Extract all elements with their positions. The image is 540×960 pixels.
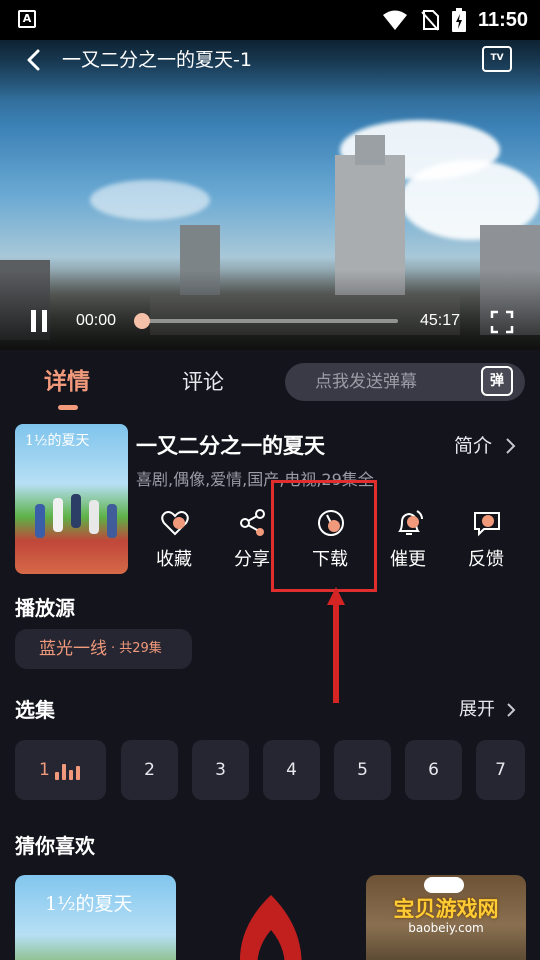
tv-cast-button[interactable]: TV [482,46,512,72]
recommend-card[interactable] [196,875,346,960]
episode-button[interactable]: 7 [476,740,525,800]
expand-button[interactable]: 展开 [459,698,495,722]
pause-bar [31,310,36,332]
recommend-card[interactable]: 1½的夏天 [15,875,176,960]
bell-icon [398,510,423,535]
episode-button[interactable]: 3 [192,740,249,800]
episode-button[interactable]: 1 [15,740,106,800]
poster-figure [107,504,117,538]
battery-icon [451,8,466,32]
danmaku-placeholder: 点我发送弹幕 [315,372,417,392]
notification-icon: A [18,10,36,28]
chevron-right-icon[interactable] [503,437,517,455]
annotation-arrow-icon [327,587,345,703]
poster-title: 1½的夏天 [25,433,90,449]
pause-button[interactable] [28,310,50,332]
intro-link[interactable]: 简介 [454,433,492,459]
poster-figure [89,500,99,534]
urge-update-label: 催更 [390,549,426,570]
annotation-highlight-box [271,480,377,592]
tab-indicator [58,405,78,410]
feedback-label: 反馈 [468,549,504,570]
source-chip[interactable]: 蓝光一线 · 共29集 [15,629,192,669]
feedback-icon [474,512,500,537]
no-sim-icon [421,10,439,31]
show-title: 一又二分之一的夏天 [136,434,325,458]
urge-update-button[interactable]: 催更 [378,508,438,578]
poster-figure [53,498,63,532]
heart-icon [161,511,189,536]
poster-figure [71,494,81,528]
source-count: · 共29集 [111,641,162,656]
chevron-right-icon[interactable] [505,702,517,718]
episode-button[interactable]: 2 [121,740,178,800]
danmaku-toggle-icon[interactable]: 弹 [481,366,513,396]
favorite-label: 收藏 [156,549,192,570]
clock: 11:50 [477,8,528,31]
share-icon [240,509,265,536]
poster-figure [35,504,45,538]
danmaku-input[interactable]: 点我发送弹幕 弹 [285,363,525,401]
seek-bar[interactable] [142,319,398,323]
flame-logo-icon [239,895,302,960]
episode-button[interactable]: 6 [405,740,462,800]
source-name: 蓝光一线 [39,639,107,659]
back-icon[interactable] [22,48,46,72]
status-bar: A 11:50 [0,0,540,40]
current-time: 00:00 [76,312,117,329]
episode-number: 1 [39,760,50,780]
video-title: 一又二分之一的夏天-1 [62,49,252,71]
source-section-title: 播放源 [15,596,75,620]
pause-bar [42,310,47,332]
recommend-card-title: 1½的夏天 [45,893,133,915]
episodes-section-title: 选集 [15,698,55,722]
gamepad-icon [424,877,464,893]
feedback-button[interactable]: 反馈 [456,508,516,578]
episode-button[interactable]: 5 [334,740,391,800]
fullscreen-icon[interactable] [490,310,514,334]
recommend-card[interactable]: 宝贝游戏网 baobeiy.com [366,875,526,960]
cloud [90,180,210,220]
wifi-icon [382,10,407,30]
recommend-section-title: 猜你喜欢 [15,834,95,858]
seek-thumb[interactable] [134,313,150,329]
show-poster[interactable]: 1½的夏天 [15,424,128,574]
duration: 45:17 [420,312,461,329]
watermark-text: 宝贝游戏网 [393,897,499,921]
tab-comments[interactable]: 评论 [182,368,224,396]
playing-bars-icon [55,764,81,780]
tower-top [355,135,385,165]
video-player[interactable]: 一又二分之一的夏天-1 TV 00:00 45:17 [0,40,540,350]
tab-details[interactable]: 详情 [44,368,90,396]
watermark-url: baobeiy.com [408,921,484,935]
episode-button[interactable]: 4 [263,740,320,800]
favorite-button[interactable]: 收藏 [144,508,204,578]
